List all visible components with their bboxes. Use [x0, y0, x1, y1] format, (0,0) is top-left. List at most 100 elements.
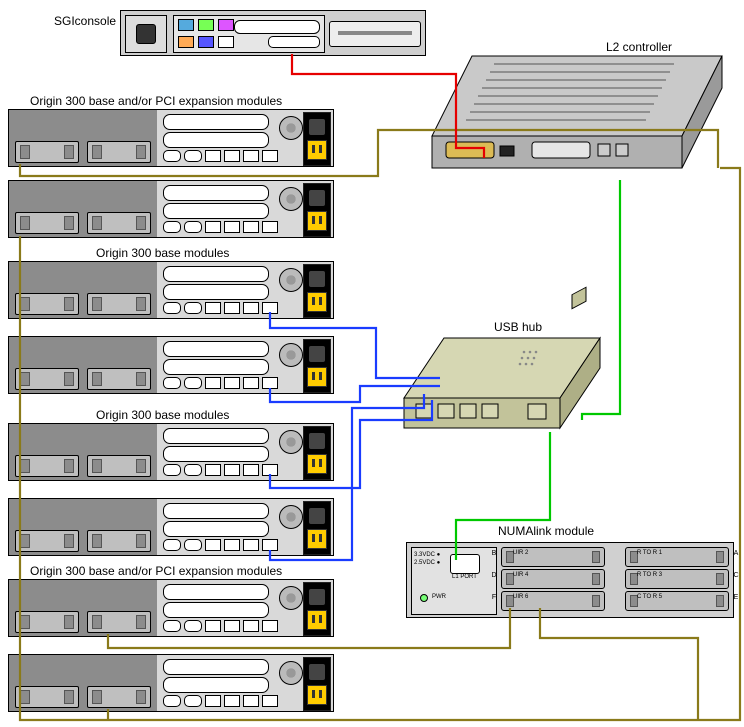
label-usb-hub: USB hub: [494, 320, 542, 334]
numa-port-d-label: UIR 4: [513, 572, 549, 578]
rear-port-panel: [163, 150, 293, 162]
numa-port-f-label: UIR 6: [513, 594, 549, 600]
pci-slot: [163, 266, 269, 282]
fan-icon: [279, 116, 303, 140]
pci-slot: [163, 677, 269, 693]
drive-slot: [87, 455, 151, 477]
io-bay: [157, 110, 333, 166]
origin-300-module: [8, 498, 334, 556]
pci-slot: [163, 185, 269, 201]
drive-slot: [87, 686, 151, 708]
numa-port-f-loc: F: [489, 594, 499, 601]
numa-port-a-label: R TO R 1: [637, 550, 673, 556]
numalink-controller-panel: 3.3VDC ● 2.5VDC ● L1 PORT PWR: [411, 547, 497, 615]
io-bay: [157, 499, 333, 555]
label-section-1: Origin 300 base and/or PCI expansion mod…: [30, 94, 282, 108]
drive-slot-bay: [9, 181, 157, 237]
drive-slot: [87, 530, 151, 552]
numalink-ports: UIR 2 UIR 4 UIR 6 B D F R TO R 1 R TO R …: [501, 547, 729, 613]
io-bay: [157, 262, 333, 318]
fan-icon: [279, 430, 303, 454]
pci-slot: [163, 284, 269, 300]
label-sgiconsole: SGIconsole: [54, 14, 116, 28]
usb-hub-device: [404, 338, 600, 448]
drive-slot-bay: [9, 499, 157, 555]
label-section-3: Origin 300 base modules: [96, 408, 229, 422]
drive-slot-bay: [9, 655, 157, 711]
fan-icon: [279, 268, 303, 292]
pci-slot: [163, 428, 269, 444]
drive-slot: [87, 368, 151, 390]
numa-port-c-loc: C: [731, 572, 741, 579]
io-bay: [157, 580, 333, 636]
cable-numalink: [540, 608, 698, 720]
numa-port-b-loc: B: [489, 550, 499, 557]
power-inlet: [307, 211, 327, 231]
power-inlet: [307, 292, 327, 312]
drive-slot: [87, 141, 151, 163]
drive-slot-bay: [9, 424, 157, 480]
rear-port-panel: [163, 221, 293, 233]
numa-port-b-label: UIR 2: [513, 550, 549, 556]
io-bay: [157, 337, 333, 393]
pci-slot: [163, 359, 269, 375]
pci-slot: [163, 659, 269, 675]
fan-icon: [279, 343, 303, 367]
rear-port-panel: [163, 377, 293, 389]
power-inlet: [307, 610, 327, 630]
numa-l1port-label: L1 PORT: [452, 574, 477, 580]
sgiconsole-device: [120, 10, 426, 56]
rear-port-panel: [163, 539, 293, 551]
power-inlet: [307, 140, 327, 160]
rear-port-panel: [163, 464, 293, 476]
io-bay: [157, 655, 333, 711]
fan-icon: [279, 586, 303, 610]
drive-slot: [15, 455, 79, 477]
numa-pwr-led: [420, 594, 428, 602]
origin-300-module: [8, 336, 334, 394]
drive-slot: [15, 530, 79, 552]
origin-300-module: [8, 579, 334, 637]
drive-slot: [15, 686, 79, 708]
drive-slot: [15, 141, 79, 163]
power-inlet: [307, 685, 327, 705]
pci-slot: [163, 446, 269, 462]
pci-slot: [163, 203, 269, 219]
pci-slot: [163, 132, 269, 148]
label-l2-controller: L2 controller: [606, 40, 672, 54]
drive-slot: [15, 212, 79, 234]
fan-icon: [279, 505, 303, 529]
origin-300-module: [8, 180, 334, 238]
drive-slot: [87, 611, 151, 633]
fan-icon: [279, 661, 303, 685]
power-inlet: [307, 367, 327, 387]
drive-slot: [15, 611, 79, 633]
origin-300-module: [8, 654, 334, 712]
pci-slot: [163, 521, 269, 537]
numalink-module: 3.3VDC ● 2.5VDC ● L1 PORT PWR UIR 2 UIR …: [406, 542, 734, 618]
numa-l1-port: [450, 554, 480, 574]
numa-pwr-label: PWR: [432, 594, 446, 600]
rear-port-panel: [163, 695, 293, 707]
drive-slot: [87, 212, 151, 234]
io-bay: [157, 424, 333, 480]
pci-slot: [163, 341, 269, 357]
origin-300-module: [8, 261, 334, 319]
numa-port-a-loc: A: [731, 550, 741, 557]
numalink-ports-left: UIR 2 UIR 4 UIR 6 B D F: [501, 547, 605, 613]
numa-port-e-label: C TO R 5: [637, 594, 673, 600]
io-bay: [157, 181, 333, 237]
drive-slot: [87, 293, 151, 315]
numa-port-e-loc: E: [731, 594, 741, 601]
label-numalink: NUMAlink module: [498, 524, 594, 538]
rear-port-panel: [163, 620, 293, 632]
pci-slot: [163, 503, 269, 519]
drive-slot: [15, 293, 79, 315]
pci-slot: [163, 584, 269, 600]
drive-slot-bay: [9, 262, 157, 318]
numa-volt-b: 2.5VDC ●: [414, 560, 440, 566]
numa-volt-a: 3.3VDC ●: [414, 552, 440, 558]
pci-slot: [163, 602, 269, 618]
l2-controller-device: [432, 56, 722, 216]
drive-slot: [15, 368, 79, 390]
